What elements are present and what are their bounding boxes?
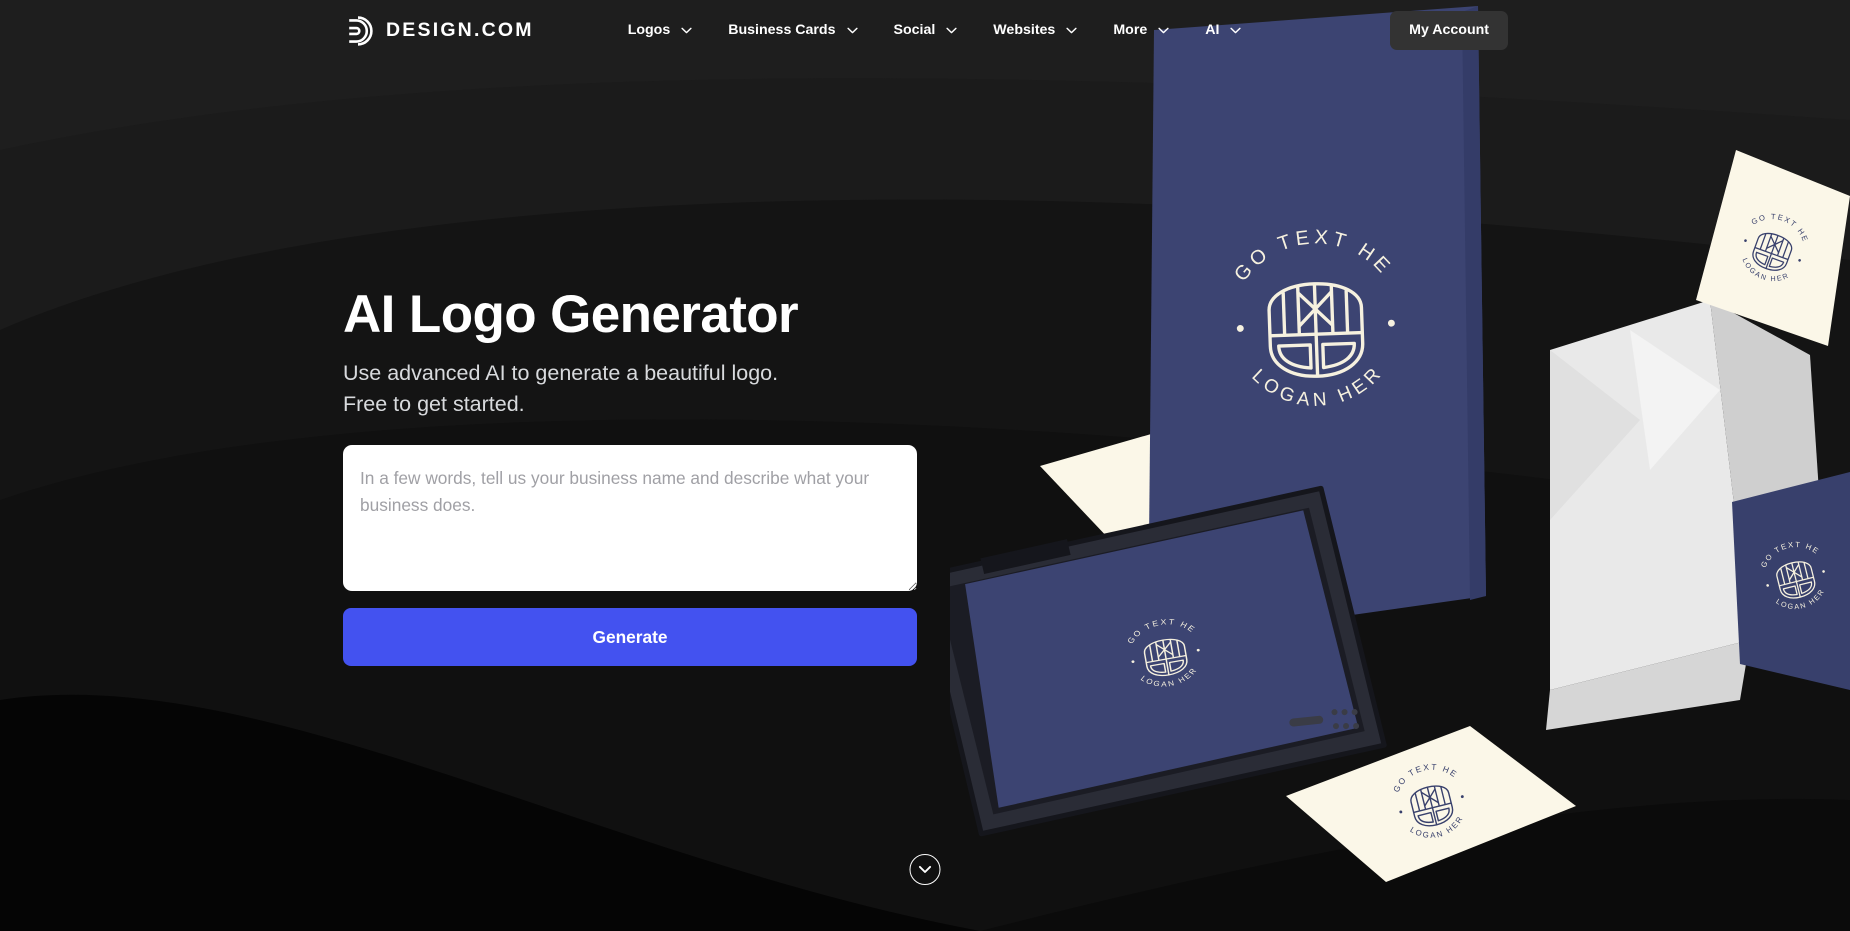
nav-item-label: Social	[893, 22, 936, 39]
brand-name: DESIGN.COM	[386, 18, 534, 41]
poster	[1148, 6, 1486, 644]
brand-logo[interactable]: DESIGN.COM	[343, 15, 534, 46]
chevron-down-icon	[1066, 27, 1077, 34]
nav-item-websites[interactable]: Websites	[975, 15, 1095, 45]
generate-button[interactable]: Generate	[343, 608, 917, 667]
nav-item-label: Websites	[993, 22, 1056, 39]
nav-item-social[interactable]: Social	[876, 15, 976, 45]
chevron-down-icon	[681, 27, 692, 34]
nav-item-ai[interactable]: AI	[1187, 15, 1259, 45]
nav-item-label: Business Cards	[728, 22, 836, 39]
hero-subtitle: Use advanced AI to generate a beautiful …	[343, 358, 923, 419]
hero-subtitle-line-1: Use advanced AI to generate a beautiful …	[343, 361, 779, 386]
nav-item-more[interactable]: More	[1095, 15, 1187, 45]
hero-artwork: LOGO TEXT HERE SLOGAN HERE	[950, 6, 1850, 882]
phone-mockup	[950, 485, 1387, 837]
scroll-down-button[interactable]	[909, 854, 941, 885]
hero-section: AI Logo Generator Use advanced AI to gen…	[343, 285, 923, 667]
business-description-input[interactable]	[343, 445, 917, 592]
paper-stack	[1546, 300, 1830, 730]
nav-item-business-cards[interactable]: Business Cards	[710, 15, 875, 45]
my-account-button[interactable]: My Account	[1390, 11, 1508, 50]
business-card-left	[1040, 394, 1394, 578]
nav-item-label: AI	[1205, 22, 1220, 39]
business-card-bottom	[1286, 726, 1576, 882]
design-d-monogram-icon	[349, 15, 373, 46]
chevron-down-icon	[1230, 27, 1242, 34]
page-root: LOGO TEXT HERE SLOGAN HERE	[0, 0, 1850, 931]
chevron-down-icon	[918, 865, 932, 873]
business-card-navy-right	[1732, 472, 1850, 690]
main-nav: Logos Business Cards Social Websites Mor…	[610, 15, 1260, 45]
chevron-down-icon	[846, 27, 858, 34]
nav-item-label: Logos	[627, 22, 671, 39]
hero-subtitle-line-2: Free to get started.	[343, 391, 525, 416]
page-title: AI Logo Generator	[343, 285, 799, 344]
business-card-top-right	[1696, 150, 1850, 346]
chevron-down-icon	[946, 27, 957, 34]
nav-item-logos[interactable]: Logos	[610, 15, 711, 45]
chevron-down-icon	[1158, 27, 1169, 34]
site-header: DESIGN.COM Logos Business Cards Social W…	[0, 0, 1850, 61]
background-waves	[0, 0, 1850, 931]
nav-item-label: More	[1113, 22, 1148, 39]
